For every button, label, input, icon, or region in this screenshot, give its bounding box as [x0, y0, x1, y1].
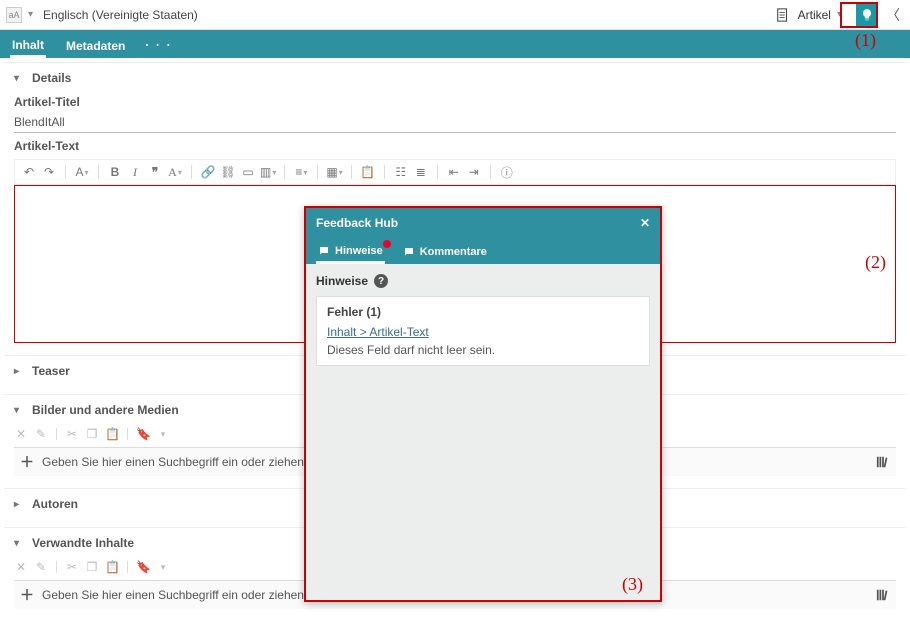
- panel-teaser-title: Teaser: [32, 364, 70, 378]
- cut-icon[interactable]: ✂: [65, 427, 79, 441]
- language-chevron-icon[interactable]: ▾: [28, 9, 33, 20]
- feedback-hub-tabs: Hinweise Kommentare: [306, 238, 660, 264]
- chevron-down-icon: ▾: [14, 73, 28, 84]
- panel-related-title: Verwandte Inhalte: [32, 536, 134, 550]
- notification-dot-icon: [383, 240, 391, 248]
- language-label: Englisch (Vereinigte Staaten): [43, 8, 198, 22]
- richtext-toolbar: ↶ ↷ A B I ❞ A 🔗 ⛓ ▭ ▥ ≡ ▦ 📋 ☷ ≣ ⇤ ⇥: [14, 159, 896, 185]
- editor-tab-bar: Inhalt Metadaten ∙ ∙ ∙: [0, 30, 910, 58]
- bookmark-icon[interactable]: 🔖: [136, 560, 150, 574]
- paste-icon[interactable]: 📋: [360, 164, 376, 180]
- undo-icon[interactable]: ↶: [21, 164, 37, 180]
- feedback-hub-header: Feedback Hub ✕: [306, 208, 660, 238]
- align-dropdown[interactable]: ≡: [293, 164, 309, 180]
- paste-icon[interactable]: 📋: [105, 560, 119, 574]
- chevron-down-icon[interactable]: ▾: [156, 429, 170, 440]
- article-text-label: Artikel-Text: [14, 139, 896, 153]
- language-icon[interactable]: aA: [6, 7, 22, 23]
- bookmark-icon[interactable]: 🔖: [136, 427, 150, 441]
- article-title-input[interactable]: [14, 112, 896, 133]
- library-icon[interactable]: [876, 455, 890, 469]
- copy-icon[interactable]: ❐: [85, 427, 99, 441]
- paste-icon[interactable]: 📋: [105, 427, 119, 441]
- ordered-list-icon[interactable]: ☷: [393, 164, 409, 180]
- top-bar: aA ▾ Englisch (Vereinigte Staaten) Artik…: [0, 0, 910, 30]
- document-type-icon: [776, 8, 790, 22]
- feedback-hub-title: Feedback Hub: [316, 216, 398, 230]
- embed-dropdown[interactable]: ▥: [260, 164, 276, 180]
- chevron-down-icon: ▾: [14, 538, 28, 549]
- indent-icon[interactable]: ⇥: [466, 164, 482, 180]
- error-path-link[interactable]: Inhalt > Artikel-Text: [327, 325, 639, 339]
- panel-media-title: Bilder und andere Medien: [32, 403, 179, 417]
- plus-icon: ＋: [20, 585, 34, 605]
- library-icon[interactable]: [876, 588, 890, 602]
- link-icon[interactable]: 🔗: [200, 164, 216, 180]
- annotation-label-2: (2): [865, 252, 886, 273]
- table-dropdown[interactable]: ▦: [326, 164, 342, 180]
- chevron-down-icon: ▾: [14, 405, 28, 416]
- speech-bubble-icon: [403, 246, 415, 258]
- chevron-right-icon: ▸: [14, 366, 28, 377]
- italic-icon[interactable]: I: [127, 164, 143, 180]
- unordered-list-icon[interactable]: ≣: [413, 164, 429, 180]
- article-title-label: Artikel-Titel: [14, 95, 896, 109]
- font-style-dropdown[interactable]: A: [74, 164, 90, 180]
- dropzone-placeholder: Geben Sie hier einen Suchbegriff ein ode…: [42, 455, 340, 469]
- image-icon[interactable]: ▭: [240, 164, 256, 180]
- feedback-hub-body: Hinweise ? Fehler (1) Inhalt > Artikel-T…: [306, 264, 660, 600]
- chevron-down-icon[interactable]: ▾: [156, 562, 170, 573]
- edit-icon[interactable]: ✎: [34, 427, 48, 441]
- panel-details-header[interactable]: ▾ Details: [14, 67, 896, 89]
- edit-icon[interactable]: ✎: [34, 560, 48, 574]
- speech-warning-icon: [318, 245, 330, 257]
- unlink-icon[interactable]: ⛓: [220, 164, 236, 180]
- feedback-hub-panel: Feedback Hub ✕ Hinweise Kommentare Hinwe…: [304, 206, 662, 602]
- info-icon[interactable]: ⓘ: [499, 164, 515, 180]
- format-dropdown[interactable]: A: [167, 164, 183, 180]
- document-type-label: Artikel: [798, 8, 831, 22]
- dropzone-placeholder: Geben Sie hier einen Suchbegriff ein ode…: [42, 588, 340, 602]
- tab-content[interactable]: Inhalt: [10, 32, 46, 58]
- panel-authors-title: Autoren: [32, 497, 78, 511]
- bold-icon[interactable]: B: [107, 164, 123, 180]
- quote-icon[interactable]: ❞: [147, 164, 163, 180]
- delete-icon[interactable]: ✕: [14, 560, 28, 574]
- annotation-label-3: (3): [622, 574, 643, 595]
- hints-section-header: Hinweise ?: [316, 274, 650, 288]
- cut-icon[interactable]: ✂: [65, 560, 79, 574]
- plus-icon: ＋: [20, 452, 34, 472]
- error-card: Fehler (1) Inhalt > Artikel-Text Dieses …: [316, 296, 650, 366]
- outdent-icon[interactable]: ⇤: [446, 164, 462, 180]
- chevron-right-icon: ▸: [14, 499, 28, 510]
- delete-icon[interactable]: ✕: [14, 427, 28, 441]
- annotation-label-1: (1): [855, 30, 876, 51]
- tab-metadata[interactable]: Metadaten: [64, 33, 127, 58]
- collapse-panel-icon[interactable]: 〈: [882, 5, 904, 25]
- tab-more[interactable]: ∙ ∙ ∙: [145, 38, 172, 58]
- close-icon[interactable]: ✕: [640, 216, 650, 230]
- annotation-highlight-1: [840, 2, 878, 28]
- redo-icon[interactable]: ↷: [41, 164, 57, 180]
- copy-icon[interactable]: ❐: [85, 560, 99, 574]
- error-message: Dieses Feld darf nicht leer sein.: [327, 343, 639, 357]
- help-icon[interactable]: ?: [374, 274, 388, 288]
- feedback-tab-comments[interactable]: Kommentare: [401, 238, 489, 264]
- feedback-tab-hints[interactable]: Hinweise: [316, 238, 385, 264]
- error-group-title: Fehler (1): [327, 305, 639, 319]
- panel-details-title: Details: [32, 71, 71, 85]
